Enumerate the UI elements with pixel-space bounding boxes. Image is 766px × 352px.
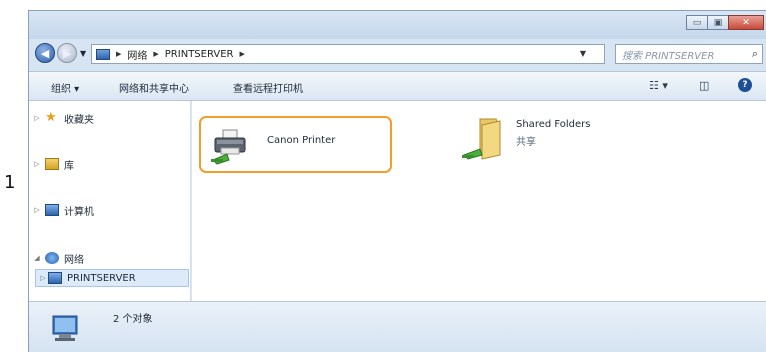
network-computer-icon <box>96 48 110 60</box>
back-arrow-icon: ◀ <box>40 46 50 60</box>
help-icon[interactable]: ? <box>738 78 752 92</box>
expand-arrow-icon[interactable]: ▷ <box>38 274 48 282</box>
sidebar-item-label: 收藏夹 <box>64 114 94 126</box>
sidebar-item-computer[interactable]: ▷ 计算机 <box>29 201 94 219</box>
star-icon: ★ <box>45 110 57 125</box>
explorer-window: ▭ ▣ ✕ ◀ ▶ ▼ ▶ 网络 ▶ PRINTSERVER ▶ ▼ 搜索 PR… <box>28 10 766 352</box>
computer-icon <box>45 204 59 216</box>
sidebar-item-label: PRINTSERVER <box>67 272 136 284</box>
collapse-arrow-icon[interactable]: ◢ <box>29 254 45 262</box>
printer-icon <box>211 129 246 165</box>
navigation-pane: ▷ ★ 收藏夹 ▷ 库 ▷ 计算机 ◢ 网络 ▷ PRINTSERVER <box>29 101 191 301</box>
sidebar-item-printserver[interactable]: ▷ PRINTSERVER <box>35 269 189 287</box>
caption-buttons: ▭ ▣ ✕ <box>686 15 764 30</box>
organize-menu[interactable]: 组织 ▾ <box>51 80 79 95</box>
expand-arrow-icon[interactable]: ▷ <box>29 160 45 168</box>
sidebar-item-library[interactable]: ▷ 库 <box>29 155 74 173</box>
address-row: ◀ ▶ ▼ ▶ 网络 ▶ PRINTSERVER ▶ ▼ 搜索 PRINTSER… <box>29 41 766 67</box>
address-bar[interactable]: ▶ 网络 ▶ PRINTSERVER ▶ ▼ <box>91 44 605 64</box>
address-dropdown-icon[interactable]: ▼ <box>580 49 586 58</box>
library-icon <box>45 158 59 170</box>
search-placeholder: 搜索 PRINTSERVER <box>622 50 715 62</box>
shared-folder-icon <box>462 118 501 160</box>
network-computer-icon <box>52 315 78 341</box>
step-number: 1 <box>4 172 16 193</box>
close-button[interactable]: ✕ <box>728 15 764 30</box>
sidebar-item-network[interactable]: ◢ 网络 <box>29 249 84 267</box>
expand-arrow-icon[interactable]: ▷ <box>29 114 45 122</box>
printer-item-canon[interactable]: Canon Printer <box>199 116 392 173</box>
title-bar: ▭ ▣ ✕ <box>29 11 766 39</box>
view-remote-printers-button[interactable]: 查看远程打印机 <box>233 80 303 95</box>
expand-arrow-icon[interactable]: ▷ <box>29 206 45 214</box>
file-list: Canon Printer Shared Folders 共享 <box>192 101 766 301</box>
history-dropdown-icon[interactable]: ▼ <box>80 49 86 58</box>
minimize-button[interactable]: ▭ <box>686 15 708 30</box>
search-input[interactable]: 搜索 PRINTSERVER ⌕ <box>615 44 763 64</box>
back-button[interactable]: ◀ <box>35 43 55 63</box>
breadcrumb-separator-icon[interactable]: ▶ <box>153 50 158 58</box>
computer-icon <box>48 272 62 284</box>
breadcrumb-network[interactable]: 网络 <box>127 47 147 62</box>
sidebar-item-label: 计算机 <box>64 206 94 218</box>
network-icon <box>45 252 59 264</box>
sidebar-item-label: 网络 <box>64 254 84 266</box>
sidebar-item-favorites[interactable]: ▷ ★ 收藏夹 <box>29 109 94 127</box>
search-icon[interactable]: ⌕ <box>752 47 758 61</box>
printer-name: Canon Printer <box>267 135 336 146</box>
forward-button[interactable]: ▶ <box>57 43 77 63</box>
preview-pane-icon[interactable]: ◫ <box>699 79 709 92</box>
maximize-button[interactable]: ▣ <box>707 15 729 30</box>
breadcrumb-separator-icon[interactable]: ▶ <box>239 50 244 58</box>
shared-folders-item[interactable]: Shared Folders 共享 <box>462 115 642 175</box>
view-options-icon[interactable]: ☷ ▾ <box>649 79 668 92</box>
breadcrumb-separator-icon[interactable]: ▶ <box>116 50 121 58</box>
forward-arrow-icon: ▶ <box>62 46 72 60</box>
network-sharing-center-button[interactable]: 网络和共享中心 <box>119 80 189 95</box>
object-count: 2 个对象 <box>113 314 153 325</box>
sidebar-item-label: 库 <box>64 160 74 172</box>
details-pane: 2 个对象 <box>29 301 766 352</box>
breadcrumb-printserver[interactable]: PRINTSERVER <box>165 49 234 60</box>
shared-folders-subtitle: 共享 <box>516 137 536 148</box>
command-bar: 组织 ▾ 网络和共享中心 查看远程打印机 ☷ ▾ ◫ ? <box>29 71 766 101</box>
shared-folders-name: Shared Folders <box>516 119 591 130</box>
